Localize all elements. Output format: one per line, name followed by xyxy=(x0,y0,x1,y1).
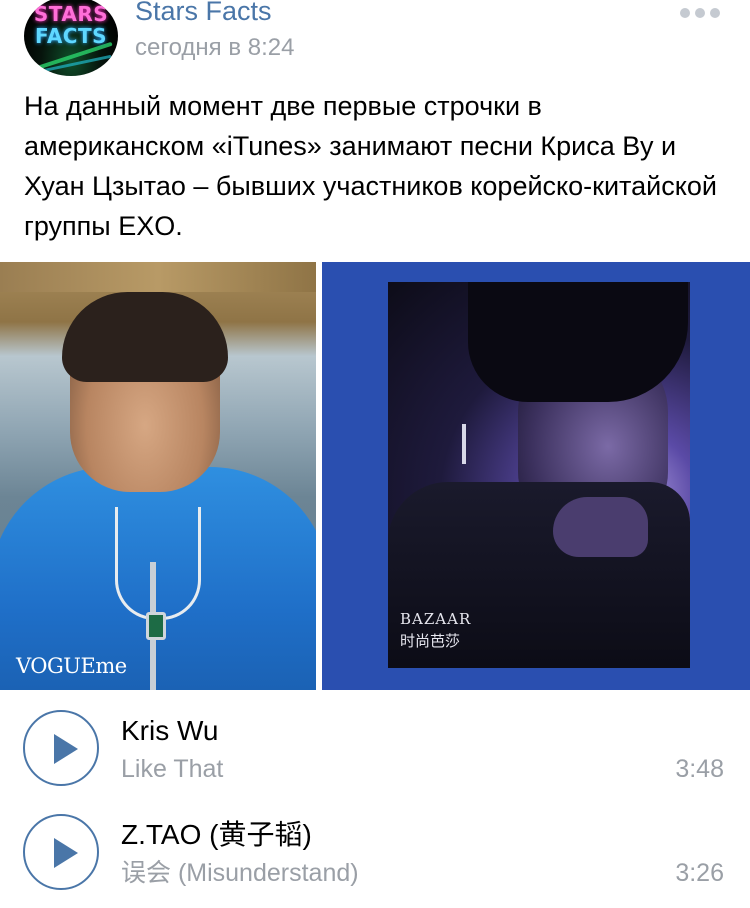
avatar-logo-text: FACTS xyxy=(34,24,108,48)
photo-hair xyxy=(62,292,228,382)
dot xyxy=(710,8,720,18)
magazine-logo-chinese: 时尚芭莎 xyxy=(400,632,461,650)
avatar[interactable]: STARS FACTS xyxy=(24,0,118,76)
track-title: 误会 (Misunderstand) xyxy=(121,859,359,887)
photo-hand xyxy=(553,497,648,557)
photo-chain xyxy=(115,507,201,620)
photo-attachment-2[interactable]: BAZAAR 时尚芭莎 xyxy=(322,262,750,690)
dot xyxy=(695,8,705,18)
play-button[interactable] xyxy=(23,710,99,786)
audio-track[interactable]: Kris Wu Like That 3:48 xyxy=(0,700,750,804)
more-dots-icon[interactable] xyxy=(680,6,720,20)
photo-grid: VOGUEme BAZAAR 时尚芭莎 xyxy=(0,262,750,690)
magazine-cover: BAZAAR 时尚芭莎 xyxy=(388,282,690,668)
photo-pendant xyxy=(146,612,166,640)
page-name-link[interactable]: Stars Facts xyxy=(135,0,272,28)
dot xyxy=(680,8,690,18)
audio-track[interactable]: Z.TAO (黄子韬) 误会 (Misunderstand) 3:26 xyxy=(0,804,750,908)
post-header: STARS FACTS Stars Facts сегодня в 8:24 xyxy=(0,0,750,90)
track-duration: 3:48 xyxy=(675,755,724,783)
photo-hair xyxy=(468,282,688,402)
photo-earring xyxy=(462,424,466,464)
play-icon xyxy=(54,734,78,764)
post-text: На данный момент две первые строчки в ам… xyxy=(24,91,717,241)
post-timestamp[interactable]: сегодня в 8:24 xyxy=(135,33,294,63)
photo-background xyxy=(0,262,316,292)
avatar-logo-text: STARS xyxy=(33,2,109,26)
track-duration: 3:26 xyxy=(675,859,724,887)
track-title: Like That xyxy=(121,755,224,783)
track-artist: Z.TAO (黄子韬) xyxy=(121,819,312,850)
play-button[interactable] xyxy=(23,814,99,890)
photo-attachment-1[interactable]: VOGUEme xyxy=(0,262,316,690)
magazine-logo: BAZAAR xyxy=(400,610,472,628)
track-artist: Kris Wu xyxy=(121,715,219,746)
play-icon xyxy=(54,838,78,868)
magazine-logo: VOGUEme xyxy=(16,654,127,678)
